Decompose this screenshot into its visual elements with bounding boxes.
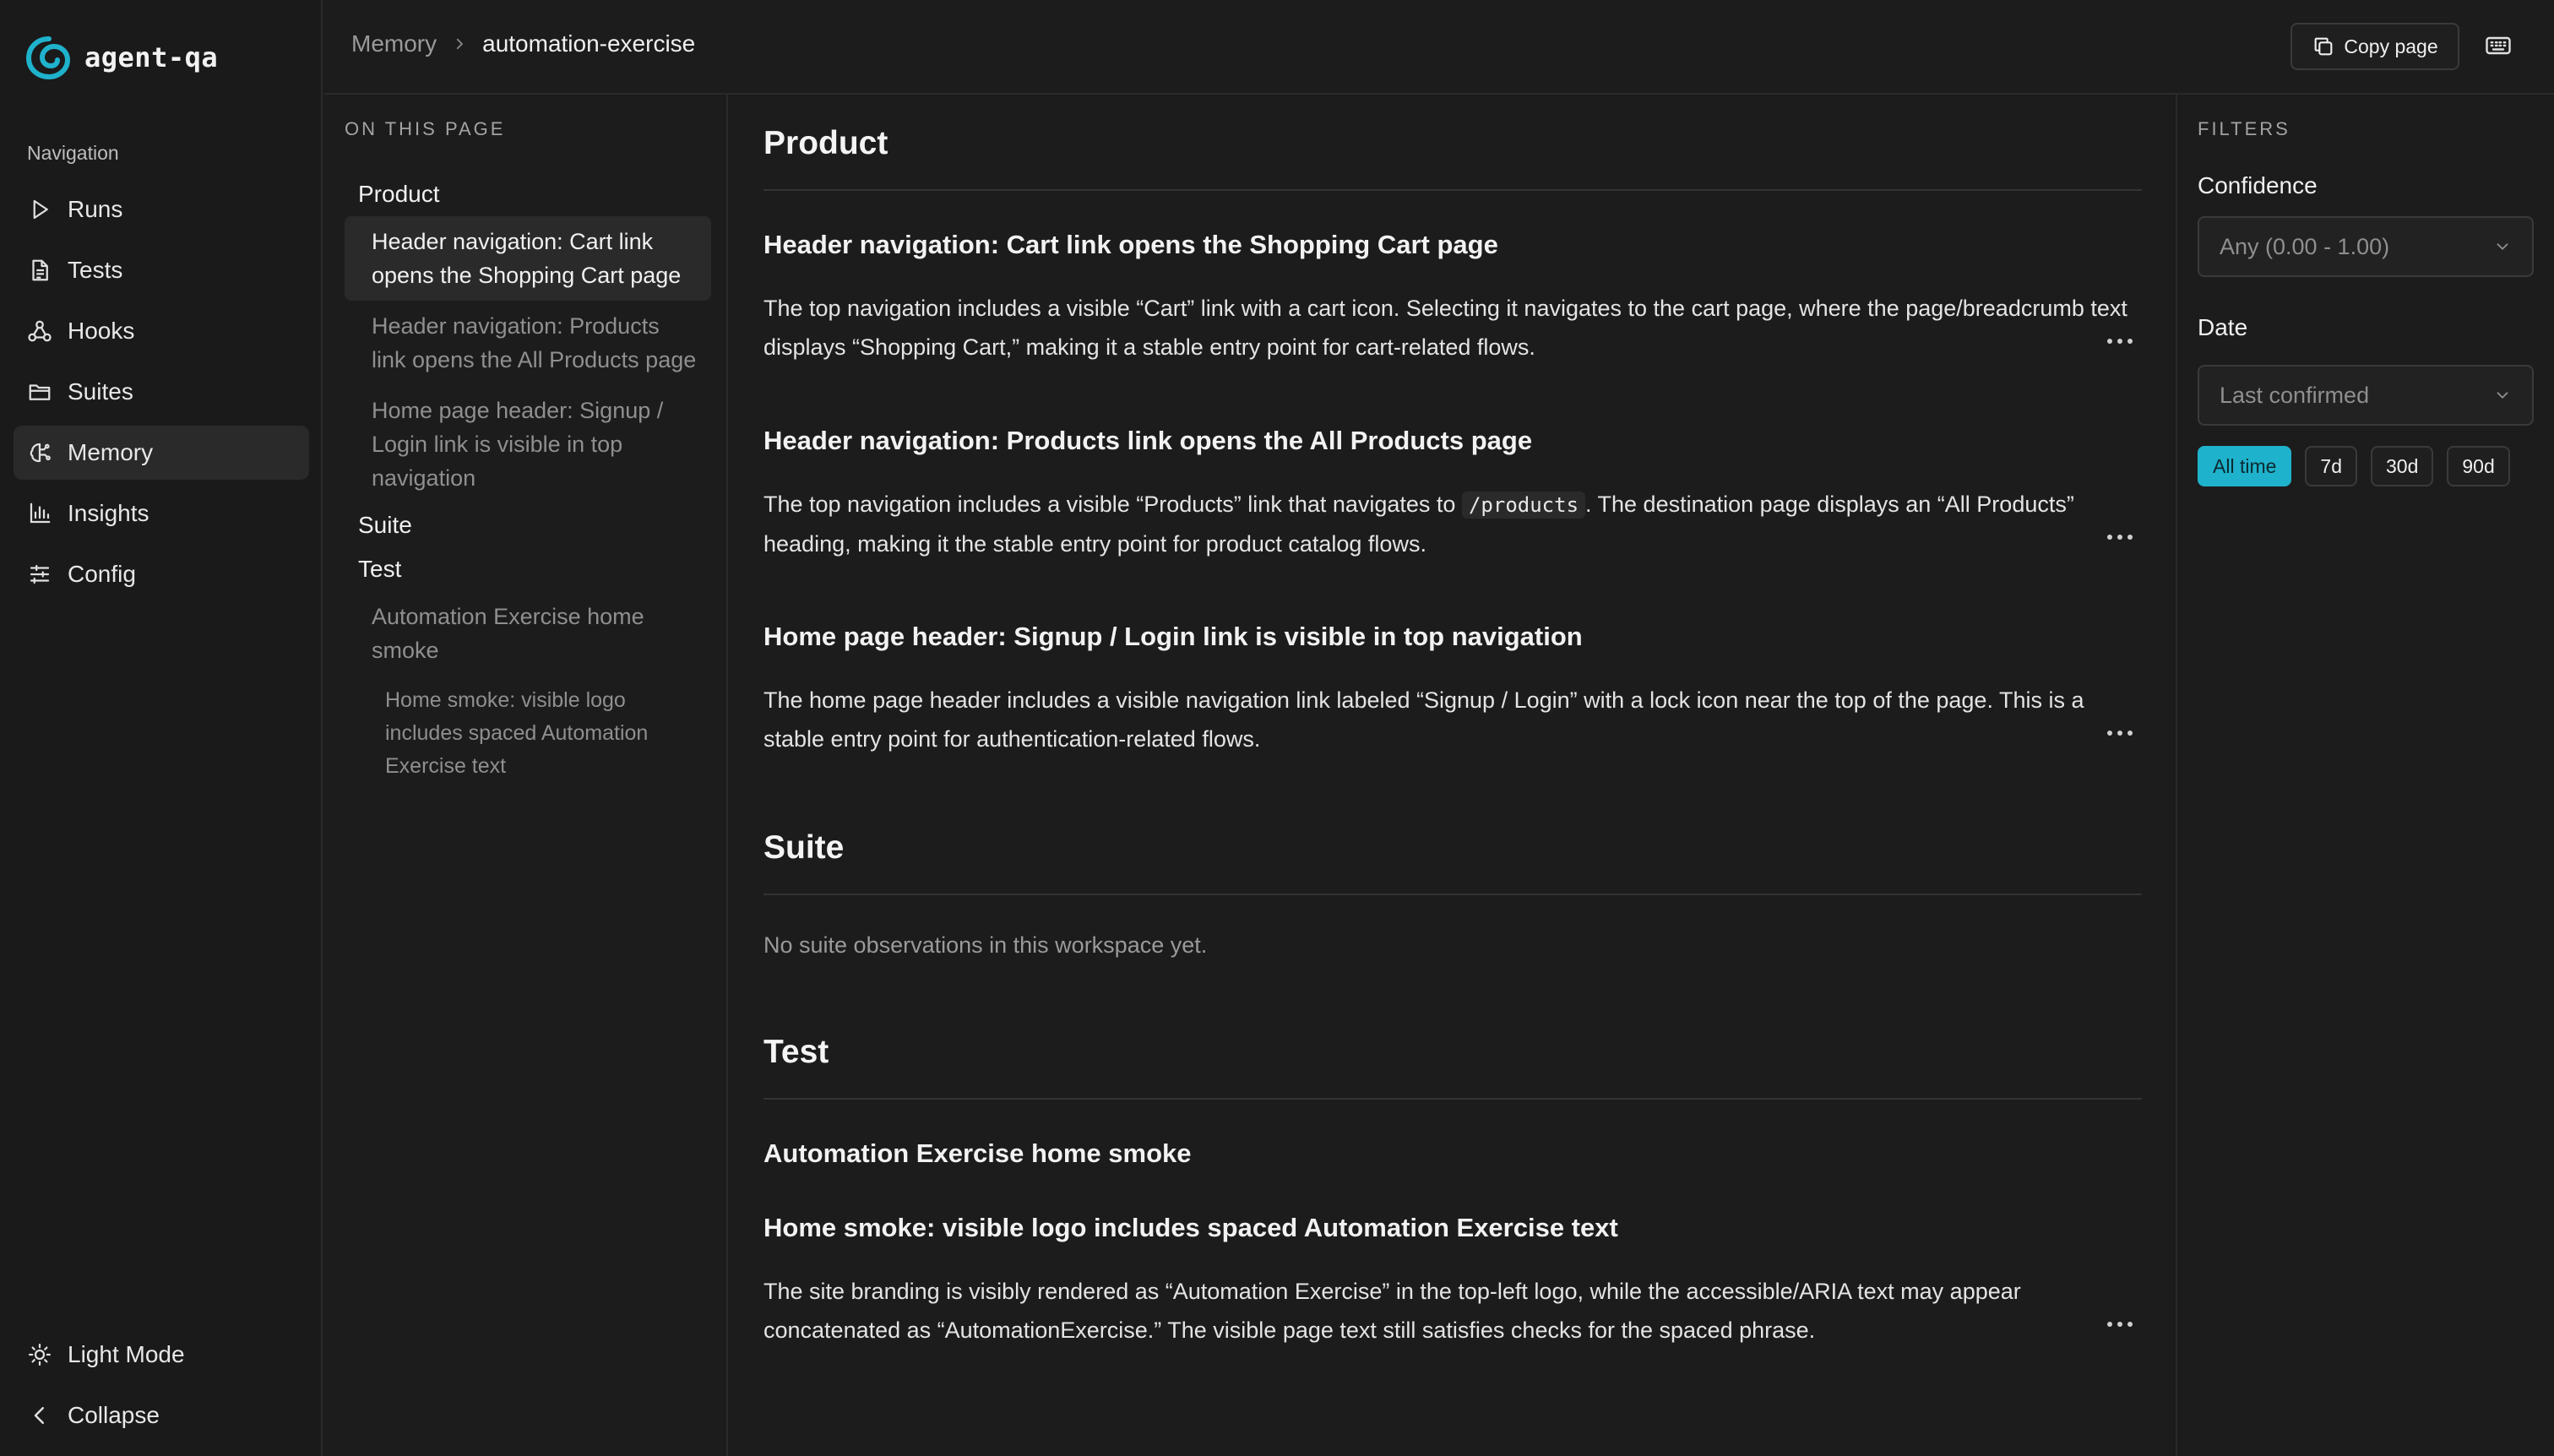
bar-chart-icon xyxy=(27,501,52,526)
section-title-test: Test xyxy=(763,1034,829,1070)
range-chip-7d[interactable]: 7d xyxy=(2305,446,2357,486)
entry-title-signup: Home page header: Signup / Login link is… xyxy=(763,622,1583,651)
toc-section-suite[interactable]: Suite xyxy=(345,503,711,547)
brand[interactable]: agent-qa xyxy=(25,34,218,81)
topbar: Memory automation-exercise Copy page xyxy=(324,0,2554,95)
entry-body-cart: The top navigation includes a visible “C… xyxy=(763,296,2127,360)
toc-item-signup[interactable]: Home page header: Signup / Login link is… xyxy=(345,385,711,503)
filters-panel: FILTERS Confidence Any (0.00 - 1.00) Dat… xyxy=(2176,95,2554,1456)
play-icon xyxy=(27,197,52,222)
nav-item-memory[interactable]: Memory xyxy=(14,426,309,480)
breadcrumb: Memory automation-exercise xyxy=(351,30,695,57)
sidebar: agent-qa Navigation Runs Tests Hooks Sui… xyxy=(0,0,323,1456)
toc-section-product[interactable]: Product xyxy=(345,172,711,216)
file-icon xyxy=(27,258,52,283)
toc-item-home-smoke[interactable]: Automation Exercise home smoke xyxy=(345,591,711,676)
entry-title-products: Header navigation: Products link opens t… xyxy=(763,426,1533,455)
chevron-down-icon xyxy=(2493,237,2512,256)
nav-item-label: Insights xyxy=(68,500,149,526)
section-title-suite: Suite xyxy=(763,829,845,866)
toc-section-test[interactable]: Test xyxy=(345,547,711,591)
keyboard-icon[interactable] xyxy=(2483,30,2513,61)
products-path-code: /products xyxy=(1461,492,1586,519)
nav-item-label: Runs xyxy=(68,196,123,222)
sun-icon xyxy=(27,1342,52,1367)
nav-list: Runs Tests Hooks Suites Memory Insights … xyxy=(14,182,309,608)
confidence-value: Any (0.00 - 1.00) xyxy=(2220,233,2390,259)
nav-item-suites[interactable]: Suites xyxy=(14,365,309,419)
section-title-product: Product xyxy=(763,125,888,161)
suite-empty-state: No suite observations in this workspace … xyxy=(763,932,1208,958)
copy-icon xyxy=(2312,35,2335,58)
chevron-right-icon xyxy=(452,36,467,52)
copy-page-label: Copy page xyxy=(2344,35,2438,57)
confidence-label: Confidence xyxy=(2198,172,2318,198)
brain-icon xyxy=(27,440,52,465)
folder-icon xyxy=(27,379,52,405)
date-range-chips: All time 7d 30d 90d xyxy=(2198,446,2510,486)
toc-panel: ON THIS PAGE Product Header navigation: … xyxy=(324,95,728,1456)
sidebar-bottom: Light Mode Collapse xyxy=(14,1328,309,1449)
nav-item-label: Memory xyxy=(68,439,154,465)
nav-item-insights[interactable]: Insights xyxy=(14,486,309,541)
collapse-label: Collapse xyxy=(68,1402,160,1428)
nav-heading: Navigation xyxy=(27,142,119,164)
nav-item-label: Tests xyxy=(68,257,123,283)
toc-item-cart[interactable]: Header navigation: Cart link opens the S… xyxy=(345,216,711,301)
entry-body-logo: The site branding is visibly rendered as… xyxy=(763,1279,2021,1343)
nav-item-tests[interactable]: Tests xyxy=(14,243,309,297)
copy-page-button[interactable]: Copy page xyxy=(2290,23,2459,70)
breadcrumb-memory-link[interactable]: Memory xyxy=(351,30,437,57)
toc-list: Product Header navigation: Cart link ope… xyxy=(345,172,711,791)
app-name: agent-qa xyxy=(84,41,219,73)
nav-item-hooks[interactable]: Hooks xyxy=(14,304,309,358)
entry-body-products: The top navigation includes a visible “P… xyxy=(763,485,2142,563)
nav-item-label: Suites xyxy=(68,378,133,405)
entry-title-cart: Header navigation: Cart link opens the S… xyxy=(763,230,1498,259)
range-chip-90d[interactable]: 90d xyxy=(2447,446,2510,486)
collapse-button[interactable]: Collapse xyxy=(14,1388,309,1442)
test-subsection-title: Automation Exercise home smoke xyxy=(763,1138,1192,1168)
toc-item-products[interactable]: Header navigation: Products link opens t… xyxy=(345,301,711,385)
chevron-left-icon xyxy=(27,1403,52,1428)
nav-item-label: Config xyxy=(68,561,136,587)
sliders-icon xyxy=(27,562,52,587)
chevron-down-icon xyxy=(2493,386,2512,405)
breadcrumb-current: automation-exercise xyxy=(482,30,696,57)
range-chip-all-time[interactable]: All time xyxy=(2198,446,2292,486)
nav-item-config[interactable]: Config xyxy=(14,547,309,601)
toc-heading: ON THIS PAGE xyxy=(345,118,506,139)
filters-heading: FILTERS xyxy=(2198,118,2290,139)
light-mode-label: Light Mode xyxy=(68,1341,185,1367)
entry-body-text: The top navigation includes a visible “P… xyxy=(763,492,1456,517)
date-value: Last confirmed xyxy=(2220,382,2370,408)
divider xyxy=(763,894,2142,895)
confidence-select[interactable]: Any (0.00 - 1.00) xyxy=(2198,216,2534,277)
light-mode-toggle[interactable]: Light Mode xyxy=(14,1328,309,1382)
nav-item-runs[interactable]: Runs xyxy=(14,182,309,236)
entry-body-signup: The home page header includes a visible … xyxy=(763,687,2084,752)
webhook-icon xyxy=(27,318,52,344)
spiral-logo-icon xyxy=(25,34,73,81)
date-label: Date xyxy=(2198,314,2248,340)
divider xyxy=(763,1098,2142,1100)
range-chip-30d[interactable]: 30d xyxy=(2371,446,2434,486)
nav-item-label: Hooks xyxy=(68,318,135,344)
entry-title-logo: Home smoke: visible logo includes spaced… xyxy=(763,1213,1618,1242)
toc-item-logo[interactable]: Home smoke: visible logo includes spaced… xyxy=(345,676,711,791)
memory-content: Product Header navigation: Cart link ope… xyxy=(763,95,2142,1456)
divider xyxy=(763,189,2142,191)
date-select[interactable]: Last confirmed xyxy=(2198,365,2534,426)
